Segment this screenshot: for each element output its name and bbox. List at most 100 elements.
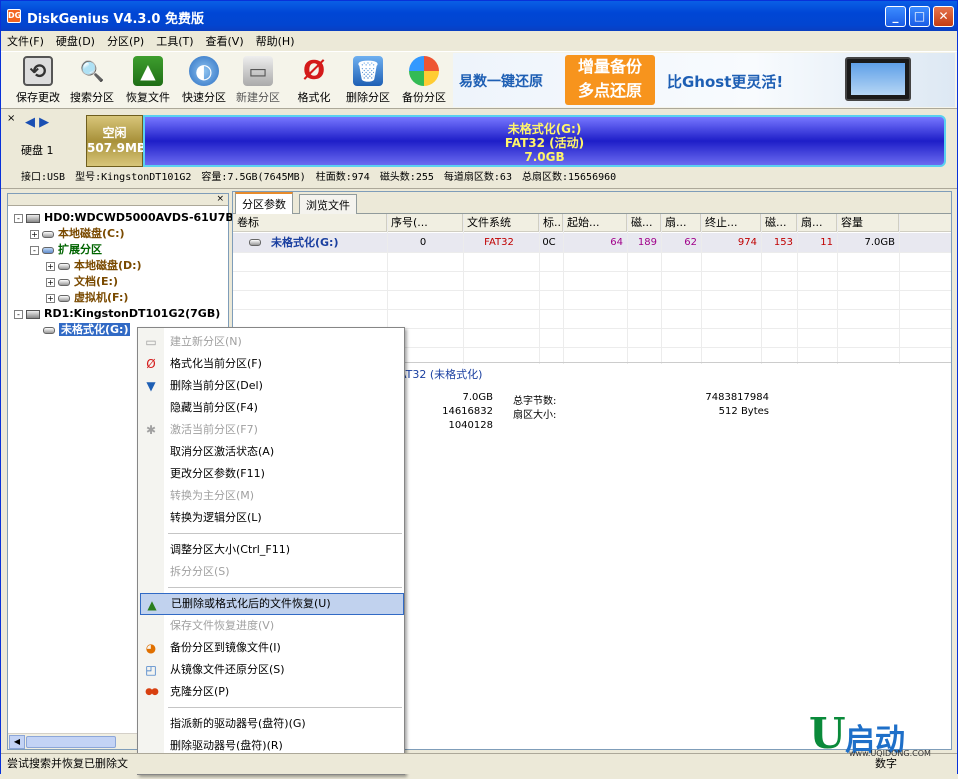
- new-partition-button[interactable]: ▭ 新建分区: [231, 56, 285, 108]
- tree-item[interactable]: + 本地磁盘(D:): [46, 258, 142, 273]
- menu-item-label: 隐藏当前分区(F4): [170, 401, 258, 414]
- menu-help[interactable]: 帮助(H): [250, 31, 301, 51]
- disk-nav-arrows[interactable]: ◀ ▶: [25, 115, 49, 130]
- next-disk-icon[interactable]: ▶: [39, 115, 49, 130]
- menu-item[interactable]: ◕ 备份分区到镜像文件(I): [140, 637, 404, 659]
- column-header[interactable]: 扇...: [797, 214, 837, 232]
- menu-item[interactable]: ▲ 已删除或格式化后的文件恢复(U): [140, 593, 404, 615]
- collapse-icon[interactable]: -: [14, 213, 23, 223]
- column-header[interactable]: 终止...: [701, 214, 761, 232]
- main-window: DG DiskGenius V4.3.0 免费版 _ □ ✕ 文件(F) 硬盘(D…: [0, 0, 958, 775]
- scroll-left-icon[interactable]: ◀: [9, 735, 25, 749]
- format-button[interactable]: Ø 格式化: [287, 56, 341, 108]
- prev-disk-icon[interactable]: ◀: [25, 115, 35, 130]
- grid-column-line: [563, 214, 564, 364]
- minimize-button[interactable]: _: [885, 6, 906, 27]
- restore-file-button[interactable]: ▲ 恢复文件: [121, 56, 175, 108]
- context-menu: ▭ 建立新分区(N) Ø 格式化当前分区(F) ▼ 删除当前分区(Del) 隐藏当前分区(F…: [137, 327, 405, 775]
- tree-item-label: 未格式化(G:): [59, 323, 131, 336]
- tree-item-label: 文档(E:): [74, 275, 118, 288]
- menu-item[interactable]: 保存文件恢复进度(V): [140, 615, 404, 637]
- menu-partition[interactable]: 分区(P): [101, 31, 150, 51]
- grid-column-line: [761, 214, 762, 364]
- menu-item-label: 删除当前分区(Del): [170, 379, 263, 392]
- menu-item[interactable]: 转换为主分区(M): [140, 485, 404, 507]
- status-text: 尝试搜索并恢复已删除文: [7, 757, 128, 770]
- expand-icon[interactable]: +: [46, 293, 55, 303]
- column-header[interactable]: 磁...: [761, 214, 797, 232]
- grid-column-line: [463, 214, 464, 364]
- column-header[interactable]: 标...: [539, 214, 563, 232]
- menu-item[interactable]: 指派新的驱动器号(盘符)(G): [140, 713, 404, 735]
- column-header[interactable]: 卷标: [233, 214, 387, 232]
- tree-item[interactable]: - HD0:WDCWD5000AVDS-61U7B1(: [14, 210, 246, 225]
- table-cell: 0C: [542, 237, 556, 248]
- tree-item[interactable]: + 本地磁盘(C:): [30, 226, 125, 241]
- collapse-icon[interactable]: -: [30, 245, 39, 255]
- banner-text-1: 易数一键还原: [459, 74, 543, 90]
- close-button[interactable]: ✕: [933, 6, 954, 27]
- tree-item-label: 本地磁盘(C:): [58, 227, 125, 240]
- menu-item[interactable]: ◰ 从镜像文件还原分区(S): [140, 659, 404, 681]
- partition-segment[interactable]: 未格式化(G:) FAT32 (活动) 7.0GB: [143, 115, 946, 167]
- menu-separator: [168, 533, 402, 534]
- menu-item[interactable]: 隐藏当前分区(F4): [140, 397, 404, 419]
- partition-icon: [42, 230, 54, 238]
- column-header[interactable]: 磁...: [627, 214, 661, 232]
- grid-row-line: [233, 271, 951, 272]
- table-row[interactable]: 未格式化(G:) 0 FAT32 0C 64 189 62 974 153 11 7.0GB: [233, 233, 951, 252]
- menu-item[interactable]: Ø 格式化当前分区(F): [140, 353, 404, 375]
- menu-tools[interactable]: 工具(T): [150, 31, 199, 51]
- expand-icon[interactable]: +: [30, 229, 39, 239]
- table-cell: 0: [419, 237, 427, 248]
- backup-partition-button[interactable]: 备份分区: [397, 56, 451, 108]
- title-bar[interactable]: DG DiskGenius V4.3.0 免费版 _ □ ✕: [1, 1, 957, 31]
- save-button[interactable]: ⟲ 保存更改: [11, 56, 65, 108]
- expand-icon[interactable]: +: [46, 277, 55, 287]
- quick-partition-button[interactable]: ◐ 快速分区: [177, 56, 231, 108]
- column-header[interactable]: 扇...: [661, 214, 701, 232]
- grid-column-line: [701, 214, 702, 364]
- panel-close-icon[interactable]: ×: [8, 194, 228, 206]
- scroll-thumb[interactable]: [26, 736, 116, 748]
- menu-disk[interactable]: 硬盘(D): [50, 31, 101, 51]
- menu-item[interactable]: 拆分分区(S): [140, 561, 404, 583]
- tree-item[interactable]: - RD1:KingstonDT101G2(7GB): [14, 306, 220, 321]
- tree-item[interactable]: + 文档(E:): [46, 274, 118, 289]
- tree-item[interactable]: - 扩展分区: [30, 242, 102, 257]
- ad-banner[interactable]: 易数一键还原 增量备份 多点还原 比Ghost更灵活!: [453, 53, 955, 107]
- column-header[interactable]: 序号(...: [387, 214, 463, 232]
- table-header: 卷标 序号(... 文件系统 标... 起始... 磁... 扇... 终止... 磁... 扇.…: [233, 214, 951, 232]
- menu-item[interactable]: ✱ 激活当前分区(F7): [140, 419, 404, 441]
- collapse-icon[interactable]: -: [14, 309, 23, 319]
- menu-file[interactable]: 文件(F): [1, 31, 50, 51]
- menu-item-label: 激活当前分区(F7): [170, 423, 258, 436]
- maximize-button[interactable]: □: [909, 6, 930, 27]
- close-panel-icon[interactable]: ×: [7, 113, 15, 124]
- tree-item[interactable]: 未格式化(G:): [30, 322, 131, 337]
- column-header[interactable]: 容量: [837, 214, 899, 232]
- menu-item[interactable]: ●● 克隆分区(P): [140, 681, 404, 703]
- menu-item[interactable]: 调整分区大小(Ctrl_F11): [140, 539, 404, 561]
- column-header[interactable]: 起始...: [563, 214, 627, 232]
- menu-item[interactable]: 取消分区激活状态(A): [140, 441, 404, 463]
- expand-icon[interactable]: +: [46, 261, 55, 271]
- partition-icon: [42, 246, 54, 254]
- delete-icon: 🗑: [353, 56, 383, 86]
- tree-item-label: HD0:WDCWD5000AVDS-61U7B1(: [44, 211, 247, 224]
- grid-column-line: [627, 214, 628, 364]
- tree-item[interactable]: + 虚拟机(F:): [46, 290, 128, 305]
- menu-item[interactable]: ▼ 删除当前分区(Del): [140, 375, 404, 397]
- menu-item[interactable]: ▭ 建立新分区(N): [140, 331, 404, 353]
- tab-partition-params[interactable]: 分区参数: [235, 192, 293, 214]
- new-partition-icon: ▭: [145, 335, 157, 349]
- search-partition-button[interactable]: 🔍 搜索分区: [65, 56, 119, 108]
- menu-separator: [168, 587, 402, 588]
- free-space-segment[interactable]: 空闲 507.9MB: [86, 115, 146, 167]
- menu-view[interactable]: 查看(V): [200, 31, 250, 51]
- menu-item[interactable]: 转换为逻辑分区(L): [140, 507, 404, 529]
- menu-item[interactable]: 更改分区参数(F11): [140, 463, 404, 485]
- delete-partition-button[interactable]: 🗑 删除分区: [341, 56, 395, 108]
- tab-browse-files[interactable]: 浏览文件: [299, 194, 357, 214]
- column-header[interactable]: 文件系统: [463, 214, 539, 232]
